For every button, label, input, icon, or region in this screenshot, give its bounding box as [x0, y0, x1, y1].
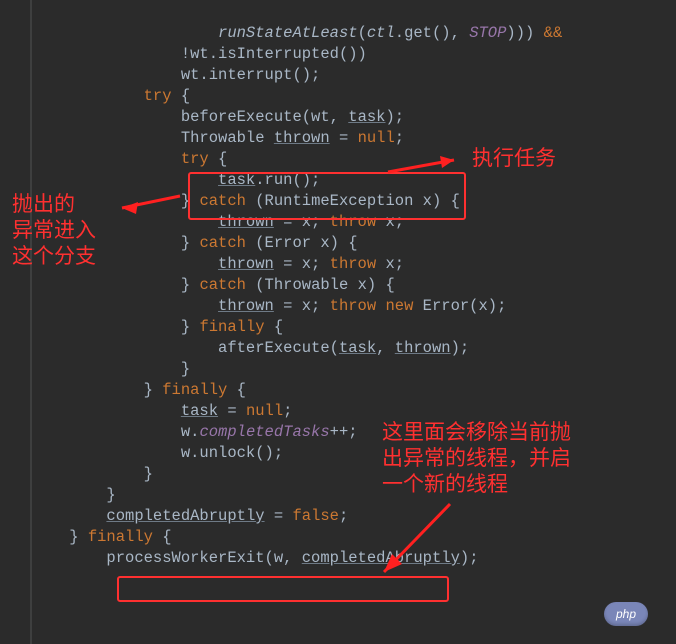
code-line: !wt.isInterrupted()) [32, 45, 367, 63]
code-line: beforeExecute(wt, task); [32, 108, 404, 126]
code-line: completedAbruptly = false; [32, 507, 348, 525]
code-editor[interactable]: runStateAtLeast(ctl.get(), STOP))) && !w… [0, 0, 676, 644]
code-line: } finally { [32, 528, 172, 546]
code-line: } catch (Throwable x) { [32, 276, 395, 294]
code-line: wt.interrupt(); [32, 66, 320, 84]
highlight-process-worker-exit [117, 576, 449, 602]
code-line: } catch (Error x) { [32, 234, 358, 252]
code-line: } finally { [32, 381, 246, 399]
code-line: w.unlock(); [32, 444, 283, 462]
code-line: thrown = x; throw x; [32, 213, 404, 231]
code-line: } finally { [32, 318, 283, 336]
code-line: try { [32, 87, 190, 105]
code-line: } [32, 360, 190, 378]
code-line: } [32, 486, 116, 504]
code-line: task = null; [32, 402, 292, 420]
code-line: afterExecute(task, thrown); [32, 339, 469, 357]
code-line: try { [32, 150, 227, 168]
code-line: task.run(); [32, 171, 320, 189]
code-line: Throwable thrown = null; [32, 129, 404, 147]
php-badge: php [604, 602, 648, 626]
code-line: } [32, 465, 153, 483]
code-line: w.completedTasks++; [32, 423, 358, 441]
code-line: runStateAtLeast(ctl.get(), STOP))) && [32, 24, 562, 42]
code-line: thrown = x; throw new Error(x); [32, 297, 506, 315]
code-line: } catch (RuntimeException x) { [32, 192, 460, 210]
code-line: thrown = x; throw x; [32, 255, 404, 273]
code-area: runStateAtLeast(ctl.get(), STOP))) && !w… [32, 0, 676, 569]
code-line: processWorkerExit(w, completedAbruptly); [32, 549, 479, 567]
